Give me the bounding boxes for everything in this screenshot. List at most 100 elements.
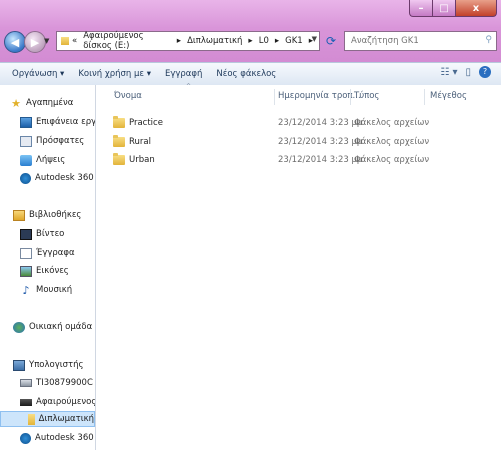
column-header-date[interactable]: Ημερομηνία τροπ... <box>278 91 361 101</box>
sidebar-item-libraries[interactable]: Βιβλιοθήκες <box>13 207 95 223</box>
sidebar-item-label: Βίντεο <box>36 229 65 239</box>
refresh-button[interactable]: ⟳ <box>322 31 340 51</box>
close-button[interactable]: x <box>455 0 497 17</box>
folder-icon <box>113 135 125 147</box>
folder-icon <box>28 413 35 425</box>
drive-icon <box>20 379 32 387</box>
video-icon <box>20 228 32 240</box>
breadcrumb-separator-icon[interactable]: ▸ <box>248 36 252 46</box>
file-type: Φάκελος αρχείων <box>354 118 430 128</box>
forward-button[interactable]: ▶ <box>24 31 46 53</box>
back-button[interactable]: ◀ <box>4 31 26 53</box>
sidebar-item-label: Μουσική <box>36 285 73 295</box>
search-input[interactable] <box>349 35 473 47</box>
sidebar-item-autodesk-360[interactable]: Autodesk 360 <box>20 430 95 446</box>
search-icon[interactable]: ⚲ <box>485 35 492 45</box>
sidebar-item-label: Έγγραφα <box>36 248 75 258</box>
maximize-button[interactable]: □ <box>432 0 455 17</box>
breadcrumb-drive[interactable]: Αφαιρούμενος δίσκος (E:) <box>83 31 171 51</box>
list-item[interactable]: Rural 23/12/2014 3:23 μμ Φάκελος αρχείων <box>96 134 501 151</box>
star-icon: ★ <box>11 96 21 110</box>
share-with-button[interactable]: Κοινή χρήση με ▾ <box>78 69 151 79</box>
sidebar-item-music[interactable]: ♪ Μουσική <box>20 282 95 298</box>
sidebar-item-downloads[interactable]: Λήψεις <box>20 152 95 168</box>
desktop-icon <box>20 116 32 128</box>
sidebar-item-label: Λήψεις <box>36 155 66 165</box>
sidebar-item-recent[interactable]: Πρόσφατες <box>20 133 95 149</box>
new-folder-button[interactable]: Νέος φάκελος <box>216 69 276 79</box>
arrow-right-icon: ▶ <box>30 35 40 49</box>
sidebar-item-homegroup[interactable]: Οικιακή ομάδα <box>13 319 95 335</box>
sidebar-item-desktop[interactable]: Επιφάνεια εργασ <box>20 114 96 130</box>
arrow-left-icon: ◀ <box>10 35 20 49</box>
homegroup-icon <box>13 321 25 333</box>
sidebar-item-removable-drive[interactable]: Αφαιρούμενος δ <box>20 394 95 410</box>
column-header-type[interactable]: Τύπος <box>354 91 379 101</box>
breadcrumb-thesis[interactable]: Διπλωματική <box>187 36 242 46</box>
column-divider[interactable] <box>350 89 351 105</box>
sidebar-item-documents[interactable]: Έγγραφα <box>20 245 95 261</box>
sidebar-item-label: Οικιακή ομάδα <box>29 322 93 332</box>
column-header-size[interactable]: Μέγεθος <box>430 91 467 101</box>
list-item[interactable]: Urban 23/12/2014 3:23 μμ Φάκελος αρχείων <box>96 152 501 169</box>
breadcrumb-overflow[interactable]: « <box>72 36 77 46</box>
breadcrumb-separator-icon[interactable]: ▸ <box>177 36 181 46</box>
view-options-icon[interactable]: ☷ ▾ <box>440 67 457 78</box>
pictures-icon <box>20 265 32 277</box>
breadcrumb-separator-icon[interactable]: ▸ <box>275 36 279 46</box>
sidebar-item-computer[interactable]: Υπολογιστής <box>13 357 95 373</box>
column-header-name[interactable]: Όνομα <box>114 91 142 101</box>
file-name: Rural <box>129 137 151 147</box>
folder-icon <box>113 116 125 128</box>
sidebar-item-favorites[interactable]: ★ Αγαπημένα <box>10 95 95 111</box>
sidebar-item-label: Επιφάνεια εργασ <box>36 117 96 127</box>
sidebar-item-autodesk[interactable]: Autodesk 360 <box>20 170 95 186</box>
sidebar-item-label: Διπλωματική <box>38 414 94 424</box>
command-bar: Οργάνωση ▾ Κοινή χρήση με ▾ Εγγραφή Νέος… <box>0 62 501 86</box>
list-item[interactable]: Practice 23/12/2014 3:23 μμ Φάκελος αρχε… <box>96 115 501 132</box>
sidebar-item-pictures[interactable]: Εικόνες <box>20 263 95 279</box>
sidebar-item-label: TI30879900C (C:) <box>36 378 95 388</box>
file-name: Practice <box>129 118 163 128</box>
organize-button[interactable]: Οργάνωση ▾ <box>12 69 64 79</box>
music-icon: ♪ <box>22 283 30 297</box>
breadcrumb-gk1[interactable]: GK1 <box>285 36 303 46</box>
sidebar-item-label: Πρόσφατες <box>36 136 85 146</box>
file-date: 23/12/2014 3:23 μμ <box>278 155 363 165</box>
navigation-bar: ◀ ▶ ▼ « Αφαιρούμενος δίσκος (E:) ▸ Διπλω… <box>4 28 497 54</box>
folder-icon <box>113 153 125 165</box>
file-name: Urban <box>129 155 155 165</box>
sidebar-item-videos[interactable]: Βίντεο <box>20 226 95 242</box>
sidebar-item-thesis[interactable]: Διπλωματική <box>0 411 95 427</box>
downloads-icon <box>20 154 32 166</box>
burn-button[interactable]: Εγγραφή <box>165 69 202 79</box>
file-type: Φάκελος αρχείων <box>354 137 430 147</box>
refresh-icon: ⟳ <box>325 34 337 48</box>
preview-pane-icon[interactable]: ▯ <box>465 67 471 78</box>
column-divider[interactable] <box>274 89 275 105</box>
sidebar-item-label: Υπολογιστής <box>29 360 84 370</box>
help-icon[interactable]: ? <box>479 66 491 78</box>
folder-icon <box>61 37 70 45</box>
recent-pages-dropdown[interactable]: ▼ <box>44 37 49 45</box>
chevron-down-icon[interactable]: ▼ <box>312 35 317 43</box>
recent-places-icon <box>20 135 32 147</box>
sidebar-item-drive-c[interactable]: TI30879900C (C:) <box>20 375 95 391</box>
address-bar[interactable]: « Αφαιρούμενος δίσκος (E:) ▸ Διπλωματική… <box>56 31 320 51</box>
file-date: 23/12/2014 3:23 μμ <box>278 118 363 128</box>
removable-drive-icon <box>20 398 32 406</box>
file-date: 23/12/2014 3:23 μμ <box>278 137 363 147</box>
sidebar-item-label: Autodesk 360 <box>35 173 94 183</box>
sidebar-item-label: Αγαπημένα <box>26 98 74 108</box>
sort-indicator-icon: ^ <box>186 83 192 90</box>
file-list: ^ Όνομα Ημερομηνία τροπ... Τύπος Μέγεθος… <box>96 83 501 450</box>
breadcrumb-l0[interactable]: L0 <box>259 36 269 46</box>
column-divider[interactable] <box>424 89 425 105</box>
autodesk-icon <box>20 172 31 184</box>
search-box[interactable]: ⚲ <box>344 31 497 51</box>
minimize-button[interactable]: – <box>409 0 432 17</box>
libraries-icon <box>13 209 25 221</box>
documents-icon <box>20 247 32 259</box>
explorer-window: – □ x ◀ ▶ ▼ « Αφαιρούμενος δίσκος (E:) ▸… <box>0 0 501 450</box>
file-type: Φάκελος αρχείων <box>354 155 430 165</box>
